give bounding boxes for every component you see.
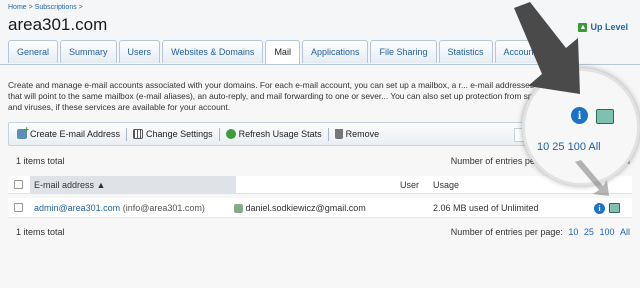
trash-icon [334, 129, 343, 139]
breadcrumb-separator: > [78, 4, 83, 11]
breadcrumb-subscriptions-link[interactable]: Subscriptions [35, 4, 77, 11]
user-cell: daniel.sodkiewicz@gmail.com [234, 198, 366, 218]
up-level-label: Up Level [590, 22, 628, 32]
user-icon [234, 204, 243, 214]
usage-cell: 2.06 MB used of Unlimited [433, 203, 539, 213]
column-usage-header: Usage [433, 180, 460, 190]
mail-settings-icon[interactable] [609, 203, 620, 213]
create-email-button[interactable]: Create E-mail Address [13, 125, 124, 139]
toolbar-separator [218, 127, 220, 141]
change-settings-button[interactable]: Change Settings [129, 129, 217, 139]
create-mail-icon [17, 125, 29, 139]
pointer-arrow-annotation [575, 160, 609, 196]
toolbar-separator [126, 127, 128, 141]
column-user-header: User [400, 180, 420, 190]
refresh-icon [225, 129, 236, 139]
tab-file-sharing[interactable]: File Sharing [370, 40, 437, 63]
breadcrumb-separator: > [28, 4, 33, 11]
items-total-bottom: 1 items total [16, 227, 65, 237]
entries-per-page-bottom: Number of entries per page: 10 25 100 Al… [451, 227, 630, 237]
entries-all-link[interactable]: All [620, 227, 630, 237]
intro-text: Create and manage e-mail accounts associ… [8, 80, 545, 112]
tab-users[interactable]: Users [118, 40, 161, 63]
email-alias: (info@area301.com) [122, 203, 205, 213]
email-cell: admin@area301.com (info@area301.com) [34, 198, 205, 218]
entries-magnified: 10 25 100 All [537, 141, 601, 153]
refresh-usage-button[interactable]: Refresh Usage Stats [222, 129, 326, 139]
info-icon-magnified: i [571, 107, 588, 124]
tab-general[interactable]: General [8, 40, 59, 63]
table-header: E-mail address ▲ User Usage [8, 176, 632, 194]
settings-icon [133, 129, 144, 139]
mail-settings-icon-magnified [596, 109, 614, 124]
row-actions: i [594, 198, 620, 218]
column-email-label: E-mail address [34, 180, 95, 190]
tab-summary[interactable]: Summary [60, 40, 117, 63]
email-link[interactable]: admin@area301.com [34, 203, 120, 213]
user-email: daniel.sodkiewicz@gmail.com [245, 203, 366, 213]
change-settings-label: Change Settings [146, 129, 213, 139]
toolbar-separator [327, 127, 329, 141]
table-row: admin@area301.com (info@area301.com) dan… [8, 198, 632, 218]
breadcrumb: Home > Subscriptions > [8, 4, 83, 11]
tab-websites-domains[interactable]: Websites & Domains [162, 40, 264, 63]
breadcrumb-home-link[interactable]: Home [8, 4, 27, 11]
row-checkbox[interactable] [14, 203, 23, 212]
tab-statistics[interactable]: Statistics [438, 40, 493, 63]
items-total-top: 1 items total [16, 156, 65, 166]
info-icon[interactable]: i [594, 202, 605, 214]
select-all-checkbox[interactable] [14, 180, 23, 189]
entries-10-link[interactable]: 10 [568, 227, 578, 237]
create-email-label: Create E-mail Address [30, 129, 121, 139]
entries-label: Number of entries per page: [450, 227, 563, 237]
remove-button[interactable]: Remove [331, 129, 384, 139]
down-arrow-annotation [514, 2, 580, 94]
entries-100-link[interactable]: 100 [599, 227, 614, 237]
refresh-usage-label: Refresh Usage Stats [238, 129, 322, 139]
sort-asc-icon: ▲ [96, 180, 106, 190]
remove-label: Remove [345, 129, 380, 139]
column-email-header[interactable]: E-mail address ▲ [30, 176, 236, 194]
tab-mail[interactable]: Mail [265, 40, 300, 65]
tab-applications[interactable]: Applications [301, 40, 369, 63]
tab-bar: General Summary Users Websites & Domains… [8, 40, 546, 65]
page-title: area301.com [8, 15, 108, 34]
entries-25-link[interactable]: 25 [584, 227, 594, 237]
